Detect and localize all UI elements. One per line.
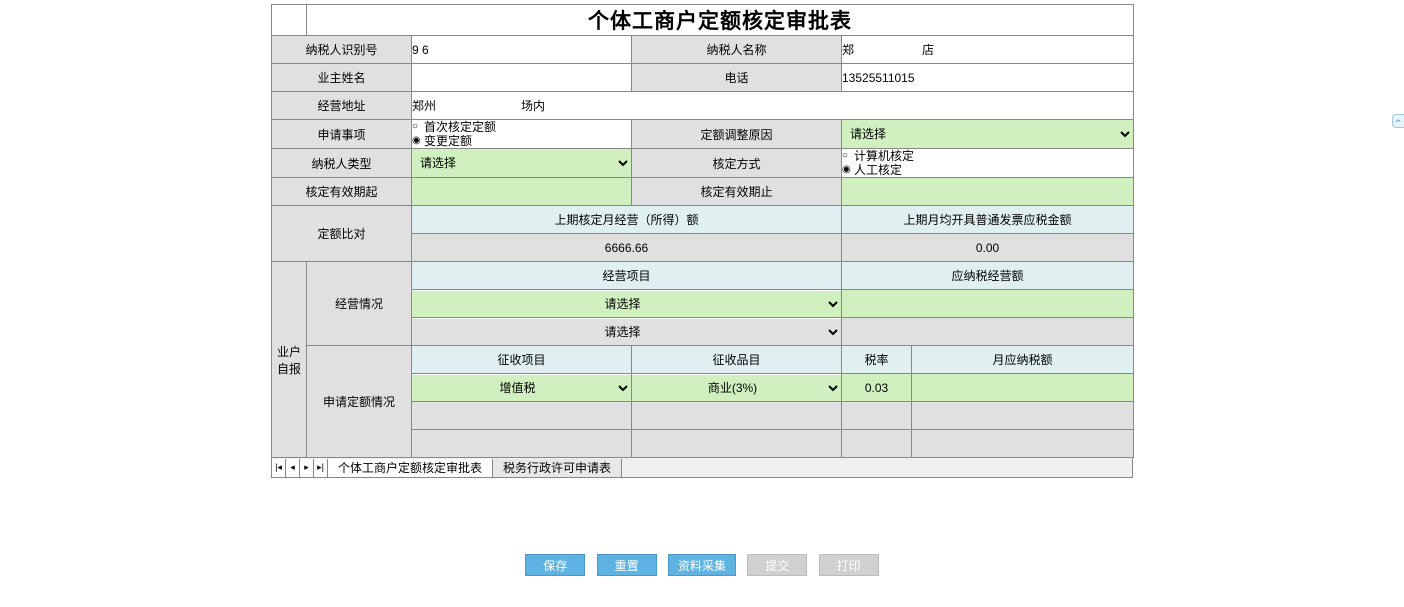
- radio-checked-icon[interactable]: ◉: [842, 165, 852, 175]
- nav-next-button[interactable]: ▸: [300, 459, 314, 477]
- label-valid-to: 核定有效期止: [632, 178, 842, 206]
- empty-monthly-tax2: [912, 402, 1134, 430]
- tab-approval-form[interactable]: 个体工商户定额核定审批表: [328, 459, 493, 477]
- select-cell-adjust-reason: 请选择: [842, 120, 1134, 149]
- nav-prev-button[interactable]: ◂: [286, 459, 300, 477]
- radio-unchecked-icon[interactable]: ○: [842, 151, 852, 161]
- header-tax-rate: 税率: [842, 346, 912, 374]
- label-phone: 电话: [632, 64, 842, 92]
- select-cell-levy-item: 商业(3%): [632, 374, 842, 402]
- header-taxable-amount: 应纳税经营额: [842, 262, 1134, 290]
- side-collapse-tab[interactable]: ‹: [1392, 114, 1404, 128]
- value-address: 郑州██████████场内: [412, 92, 1134, 120]
- select-biz-project1[interactable]: 请选择: [412, 291, 841, 317]
- select-cell-biz-project2: 请选择: [412, 318, 842, 346]
- address-prefix: 郑州: [412, 99, 436, 113]
- header-monthly-tax: 月应纳税额: [912, 346, 1134, 374]
- label-apply-quota-status: 申请定额情况: [307, 346, 412, 458]
- input-valid-from[interactable]: [412, 178, 632, 206]
- tab-permit-form[interactable]: 税务行政许可申请表: [493, 459, 622, 477]
- reset-button[interactable]: 重置: [597, 554, 657, 576]
- select-cell-biz-project1: 请选择: [412, 290, 842, 318]
- header-prev-verified: 上期核定月经营（所得）额: [412, 206, 842, 234]
- collect-button[interactable]: 资料采集: [668, 554, 736, 576]
- approval-form-table: 个体工商户定额核定审批表 纳税人识别号 9 6 纳税人名称 郑████████店…: [271, 4, 1134, 458]
- label-taxpayer-id: 纳税人识别号: [272, 36, 412, 64]
- value-prev-avg-invoice: 0.00: [842, 234, 1134, 262]
- logo-placeholder: [272, 5, 307, 36]
- select-biz-project2[interactable]: 请选择: [412, 319, 841, 345]
- label-apply-item: 申请事项: [272, 120, 412, 149]
- form-container: 个体工商户定额核定审批表 纳税人识别号 9 6 纳税人名称 郑████████店…: [271, 4, 1133, 478]
- label-quota-compare: 定额比对: [272, 206, 412, 262]
- label-self-report: 业户自报: [272, 262, 307, 458]
- value-tax-rate: 0.03: [842, 374, 912, 402]
- empty-tax-rate2: [842, 402, 912, 430]
- page-title: 个体工商户定额核定审批表: [307, 5, 1134, 36]
- value-prev-verified: 6666.66: [412, 234, 842, 262]
- sheet-tabbar: |◂ ◂ ▸ ▸| 个体工商户定额核定审批表 税务行政许可申请表: [271, 458, 1133, 478]
- empty-levy-item2: [632, 402, 842, 430]
- submit-button: 提交: [747, 554, 807, 576]
- input-valid-to[interactable]: [842, 178, 1134, 206]
- select-adjust-reason[interactable]: 请选择: [842, 121, 1133, 147]
- input-taxable-amount2[interactable]: [842, 318, 1134, 346]
- radio-label-manual-verify: 人工核定: [854, 163, 902, 177]
- empty-monthly-tax3: [912, 430, 1134, 458]
- label-owner-name: 业主姓名: [272, 64, 412, 92]
- taxpayer-name-prefix: 郑: [842, 43, 854, 57]
- radio-unchecked-icon[interactable]: ○: [412, 122, 422, 132]
- select-levy-item[interactable]: 商业(3%): [632, 375, 841, 401]
- label-valid-from: 核定有效期起: [272, 178, 412, 206]
- label-adjust-reason: 定额调整原因: [632, 120, 842, 149]
- nav-last-button[interactable]: ▸|: [314, 459, 328, 477]
- select-cell-taxpayer-type: 请选择: [412, 149, 632, 178]
- header-biz-project: 经营项目: [412, 262, 842, 290]
- save-button[interactable]: 保存: [525, 554, 585, 576]
- radio-apply-item[interactable]: ○首次核定定额 ◉变更定额: [412, 120, 632, 149]
- label-taxpayer-type: 纳税人类型: [272, 149, 412, 178]
- empty-levy-project2: [412, 402, 632, 430]
- select-cell-levy-project: 增值税: [412, 374, 632, 402]
- value-owner-name: [412, 64, 632, 92]
- label-address: 经营地址: [272, 92, 412, 120]
- value-taxpayer-id: 9 6: [412, 36, 632, 64]
- radio-label-computer-verify: 计算机核定: [854, 149, 914, 163]
- taxpayer-name-suffix: 店: [922, 43, 934, 57]
- address-suffix: 场内: [521, 99, 545, 113]
- input-monthly-tax1[interactable]: [912, 374, 1134, 402]
- value-phone: 13525511015: [842, 64, 1134, 92]
- header-levy-project: 征收项目: [412, 346, 632, 374]
- nav-first-button[interactable]: |◂: [272, 459, 286, 477]
- empty-tax-rate3: [842, 430, 912, 458]
- radio-checked-icon[interactable]: ◉: [412, 136, 422, 146]
- button-bar: 保存 重置 资料采集 提交 打印: [0, 554, 1404, 576]
- empty-levy-item3: [632, 430, 842, 458]
- empty-levy-project3: [412, 430, 632, 458]
- label-verify-method: 核定方式: [632, 149, 842, 178]
- radio-label-change-quota: 变更定额: [424, 134, 472, 148]
- header-levy-item: 征收品目: [632, 346, 842, 374]
- value-taxpayer-name: 郑████████店: [842, 36, 1134, 64]
- label-taxpayer-name: 纳税人名称: [632, 36, 842, 64]
- radio-verify-method[interactable]: ○计算机核定 ◉人工核定: [842, 149, 1134, 178]
- select-taxpayer-type[interactable]: 请选择: [412, 150, 631, 176]
- header-prev-avg-invoice: 上期月均开具普通发票应税金额: [842, 206, 1134, 234]
- input-taxable-amount1[interactable]: [842, 290, 1134, 318]
- radio-label-first-verify: 首次核定定额: [424, 120, 496, 134]
- print-button: 打印: [819, 554, 879, 576]
- select-levy-project[interactable]: 增值税: [412, 375, 631, 401]
- label-biz-status: 经营情况: [307, 262, 412, 346]
